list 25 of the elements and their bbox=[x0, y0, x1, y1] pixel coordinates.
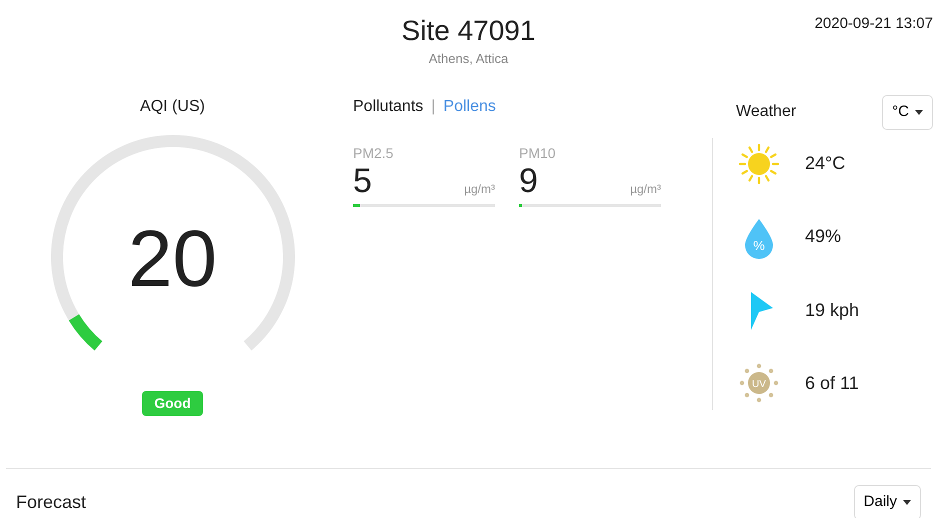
pollutant-tab[interactable]: Pollutants bbox=[353, 95, 424, 119]
category-label: Good bbox=[142, 391, 203, 416]
forecast-title: Forecast bbox=[16, 490, 86, 514]
sun-icon bbox=[737, 142, 781, 186]
timestamp: 2020-09-21 13:07 bbox=[814, 14, 933, 34]
tab-separator: | bbox=[431, 97, 436, 117]
weather-value: 49% bbox=[805, 225, 842, 248]
caret-icon bbox=[915, 110, 923, 115]
caret-icon bbox=[903, 500, 911, 505]
location-text: Athens, Attica bbox=[428, 50, 508, 66]
weather-title: Weather bbox=[736, 102, 796, 122]
weather-value: 24°C bbox=[805, 152, 846, 175]
aqi-title: AQI (US) bbox=[140, 97, 205, 117]
unit-label: µg/m³ bbox=[630, 181, 661, 198]
weather-value: 6 of 11 bbox=[805, 372, 859, 395]
weather-value: 19 kph bbox=[805, 298, 860, 322]
pollutant-value: 9 bbox=[519, 164, 538, 198]
aqi-value: 20 bbox=[127, 219, 218, 299]
pollutant-value: 5 bbox=[353, 164, 372, 198]
period-dropdown[interactable]: Daily bbox=[854, 485, 921, 518]
unit-label: µg/m³ bbox=[464, 181, 495, 198]
pollutant-name: PM10 bbox=[519, 144, 557, 163]
pollutant-name: PM2.5 bbox=[353, 144, 394, 163]
unit-dropdown[interactable]: °C bbox=[882, 95, 933, 130]
site-title: Site 47091 bbox=[402, 15, 536, 46]
